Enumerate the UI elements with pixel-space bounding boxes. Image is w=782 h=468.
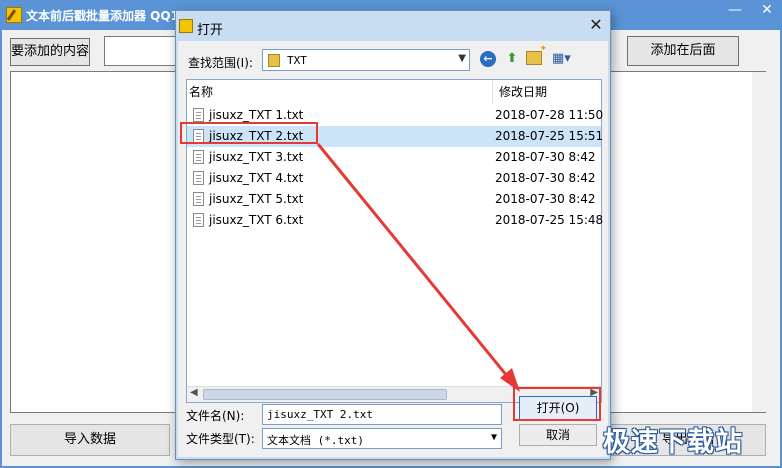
app-title: 文本前后戳批量添加器 QQ1	[26, 9, 176, 23]
chevron-down-icon: ▼	[490, 432, 497, 443]
text-file-icon	[193, 150, 204, 164]
file-date: 2018-07-30 8:42	[495, 171, 596, 185]
content-to-add-button[interactable]: 要添加的内容	[10, 38, 90, 66]
file-row[interactable]: jisuxz_TXT 3.txt 2018-07-30 8:42	[187, 147, 601, 168]
file-name: jisuxz_TXT 6.txt	[209, 213, 304, 227]
file-row[interactable]: jisuxz_TXT 5.txt 2018-07-30 8:42	[187, 189, 601, 210]
new-folder-icon[interactable]	[526, 44, 547, 65]
minimize-button[interactable]: —	[720, 0, 750, 22]
look-in-value: TXT	[287, 54, 307, 67]
text-file-icon	[193, 192, 204, 206]
close-button[interactable]: ✕	[752, 0, 782, 22]
file-date: 2018-07-25 15:48	[495, 213, 604, 227]
filetype-label: 文件类型(T):	[186, 432, 255, 446]
file-name: jisuxz_TXT 3.txt	[209, 150, 304, 164]
filename-label: 文件名(N):	[186, 409, 245, 423]
file-row[interactable]: jisuxz_TXT 4.txt 2018-07-30 8:42	[187, 168, 601, 189]
dialog-title: 打开	[197, 23, 224, 38]
text-file-icon	[193, 108, 204, 122]
watermark: 极速下载站	[603, 427, 743, 458]
column-header-date[interactable]: 修改日期	[493, 80, 601, 104]
import-data-button[interactable]: 导入数据	[10, 424, 170, 456]
file-date: 2018-07-30 8:42	[495, 150, 596, 164]
filename-input[interactable]: jisuxz_TXT 2.txt	[262, 404, 502, 425]
chevron-down-icon: ▼	[458, 53, 466, 64]
file-date: 2018-07-25 15:51	[495, 129, 604, 143]
look-in-label: 查找范围(I):	[188, 56, 253, 70]
file-name: jisuxz_TXT 4.txt	[209, 171, 304, 185]
look-in-combo[interactable]: TXT ▼	[262, 49, 470, 71]
up-folder-icon[interactable]: ⬆	[504, 51, 520, 67]
text-file-icon	[193, 171, 204, 185]
dialog-pen-icon	[179, 19, 193, 33]
file-row[interactable]: jisuxz_TXT 6.txt 2018-07-25 15:48	[187, 210, 604, 231]
view-menu-icon[interactable]: ▦▾	[552, 51, 578, 67]
content-input[interactable]	[104, 36, 180, 66]
filetype-combo[interactable]: 文本文档 (*.txt) ▼	[262, 428, 502, 449]
scroll-left-icon[interactable]: ◀	[190, 387, 198, 398]
annotation-file-highlight	[180, 122, 318, 144]
app-pen-icon	[6, 7, 22, 23]
scroll-thumb[interactable]	[203, 389, 447, 400]
append-after-button[interactable]: 添加在后面	[627, 36, 739, 66]
file-name: jisuxz_TXT 5.txt	[209, 192, 304, 206]
vertical-scrollbar[interactable]	[752, 72, 766, 412]
filetype-value: 文本文档 (*.txt)	[267, 434, 364, 447]
column-header-name[interactable]: 名称	[187, 80, 493, 104]
dialog-titlebar: 打开 ✕	[176, 11, 610, 41]
file-date: 2018-07-28 11:50	[495, 108, 604, 122]
file-name: jisuxz_TXT 1.txt	[209, 108, 304, 122]
cancel-button[interactable]: 取消	[519, 424, 597, 446]
annotation-open-highlight	[513, 387, 601, 421]
back-icon[interactable]: ←	[480, 51, 496, 67]
text-file-icon	[193, 213, 204, 227]
folder-icon	[268, 54, 280, 67]
dialog-close-button[interactable]: ✕	[586, 15, 606, 35]
file-date: 2018-07-30 8:42	[495, 192, 596, 206]
